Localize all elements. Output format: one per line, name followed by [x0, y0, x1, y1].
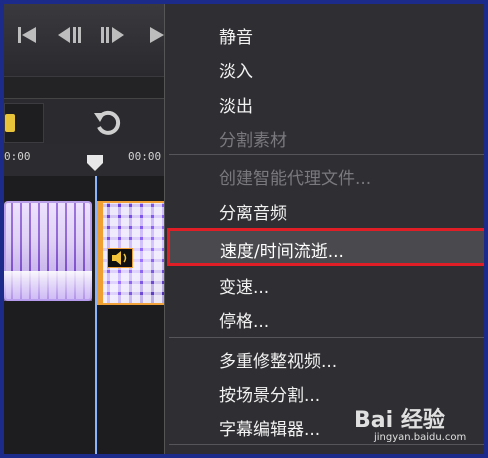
menu-item-label: 按场景分割... [219, 386, 321, 406]
menu-item-split-audio[interactable]: 分离音频 [165, 194, 484, 226]
ruler-tick-label: 0:00 [4, 150, 31, 163]
menu-item-label: 停格... [219, 312, 270, 332]
video-track [4, 176, 174, 454]
menu-item-speed-time-lapse[interactable]: 速度/时间流逝... [167, 228, 484, 266]
menu-separator [169, 154, 484, 155]
edit-tool-button[interactable] [4, 103, 44, 143]
clip-thumbnail [4, 271, 92, 301]
playhead-line [95, 176, 97, 454]
menu-item-split-clip: 分割素材 [165, 121, 484, 153]
tool-icon [5, 114, 15, 132]
selected-video-clip[interactable] [97, 201, 169, 305]
skip-start-icon [18, 27, 36, 43]
previous-frame-icon [58, 27, 81, 43]
timeline-toolbar [4, 98, 174, 146]
menu-item-freeze-frame[interactable]: 停格... [165, 302, 484, 334]
menu-item-mute[interactable]: 静音 [165, 18, 484, 50]
menu-item-label: 字幕编辑器... [219, 420, 321, 440]
audio-icon [107, 248, 133, 268]
watermark-url: jingyan.baidu.com [374, 432, 467, 443]
menu-separator [169, 337, 484, 338]
video-clip[interactable] [4, 201, 92, 301]
menu-item-label: 分割素材 [219, 131, 287, 151]
undo-button[interactable] [90, 105, 124, 139]
clip-context-menu: 静音 淡入 淡出 分割素材 创建智能代理文件... 分离音频 速度/时间流逝..… [164, 4, 484, 454]
baidu-watermark: Bai 经验 jingyan.baidu.com [354, 400, 482, 452]
watermark-brand: Bai 经验 [354, 408, 445, 433]
next-frame-icon [101, 27, 124, 43]
skip-to-start-button[interactable] [10, 18, 44, 52]
timeline-ruler[interactable]: 0:00 00:00 [4, 144, 174, 177]
menu-item-label: 速度/时间流逝... [220, 242, 344, 262]
ruler-tick-label: 00:00 [128, 150, 162, 163]
menu-item-variable-speed[interactable]: 变速... [165, 268, 484, 300]
panel-divider [4, 76, 174, 99]
menu-item-label: 分离音频 [219, 204, 287, 224]
undo-icon [94, 110, 121, 135]
next-frame-button[interactable] [96, 18, 130, 52]
menu-item-label: 变速... [219, 278, 270, 298]
playhead-marker[interactable] [86, 154, 104, 172]
menu-item-label: 静音 [219, 28, 253, 48]
clip-trim-handle[interactable] [97, 201, 103, 305]
menu-item-label: 淡出 [219, 97, 253, 117]
previous-frame-button[interactable] [52, 18, 86, 52]
menu-item-create-smart-proxy: 创建智能代理文件... [165, 159, 484, 191]
menu-item-multi-trim-video[interactable]: 多重修整视频... [165, 342, 484, 374]
transport-bar [4, 4, 174, 76]
menu-item-label: 淡入 [219, 62, 253, 82]
screenshot-frame: 0:00 00:00 静音 淡入 淡出 分割素材 创建智能代理文件... 分离音… [0, 0, 488, 458]
menu-item-label: 多重修整视频... [219, 352, 338, 372]
menu-item-label: 创建智能代理文件... [219, 169, 372, 189]
menu-item-fade-out[interactable]: 淡出 [165, 87, 484, 119]
menu-item-fade-in[interactable]: 淡入 [165, 52, 484, 84]
